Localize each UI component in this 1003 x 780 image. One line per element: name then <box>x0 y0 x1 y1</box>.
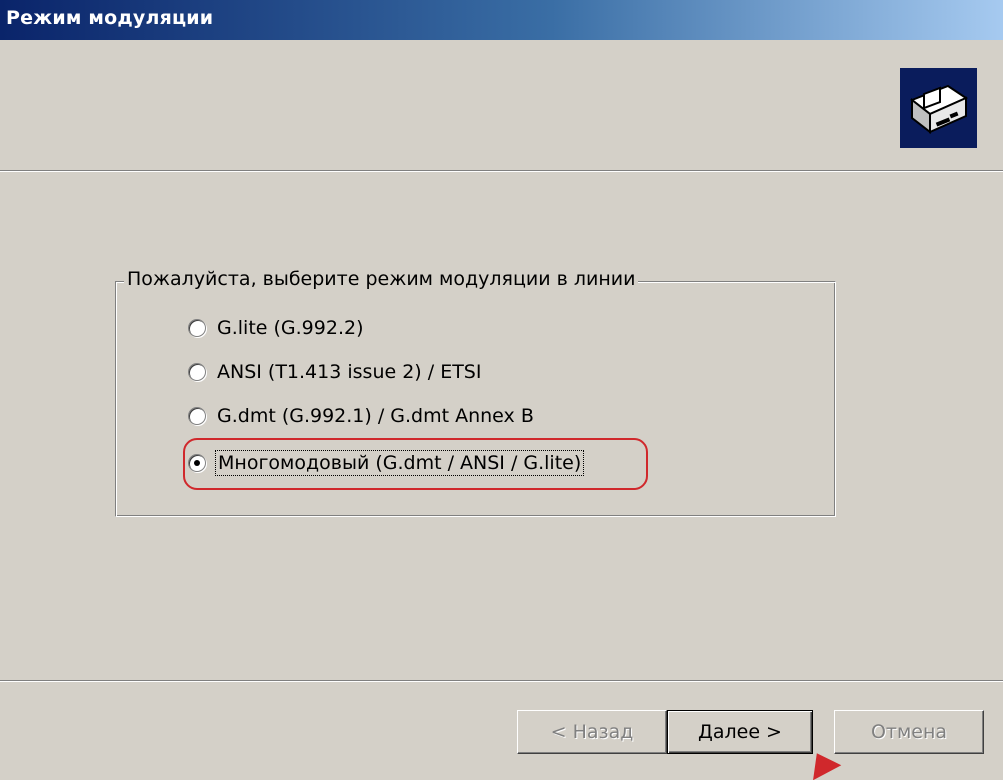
option-gdmt-label[interactable]: G.dmt (G.992.1) / G.dmt Annex B <box>217 405 534 427</box>
radio-glite[interactable] <box>188 319 206 337</box>
option-ansi[interactable]: ANSI (T1.413 issue 2) / ETSI <box>188 357 481 387</box>
window-title: Режим модуляции <box>6 7 214 29</box>
cancel-button[interactable]: Отмена <box>834 710 984 754</box>
footer-divider-highlight <box>0 681 1003 682</box>
option-glite[interactable]: G.lite (G.992.2) <box>188 313 363 343</box>
back-button[interactable]: < Назад <box>517 710 667 754</box>
option-ansi-label[interactable]: ANSI (T1.413 issue 2) / ETSI <box>217 361 481 383</box>
header-divider-highlight <box>0 171 1003 172</box>
option-glite-label[interactable]: G.lite (G.992.2) <box>217 317 363 339</box>
option-gdmt[interactable]: G.dmt (G.992.1) / G.dmt Annex B <box>188 401 534 431</box>
groupbox-legend: Пожалуйста, выберите режим модуляции в л… <box>124 268 639 290</box>
radio-ansi[interactable] <box>188 363 206 381</box>
modem-card-icon <box>900 68 977 148</box>
radio-gdmt[interactable] <box>188 407 206 425</box>
title-bar: Режим модуляции <box>0 0 1003 40</box>
wizard-header <box>0 40 1003 170</box>
next-button[interactable]: Далее > <box>667 710 813 754</box>
annotation-highlight-oval <box>183 438 648 490</box>
